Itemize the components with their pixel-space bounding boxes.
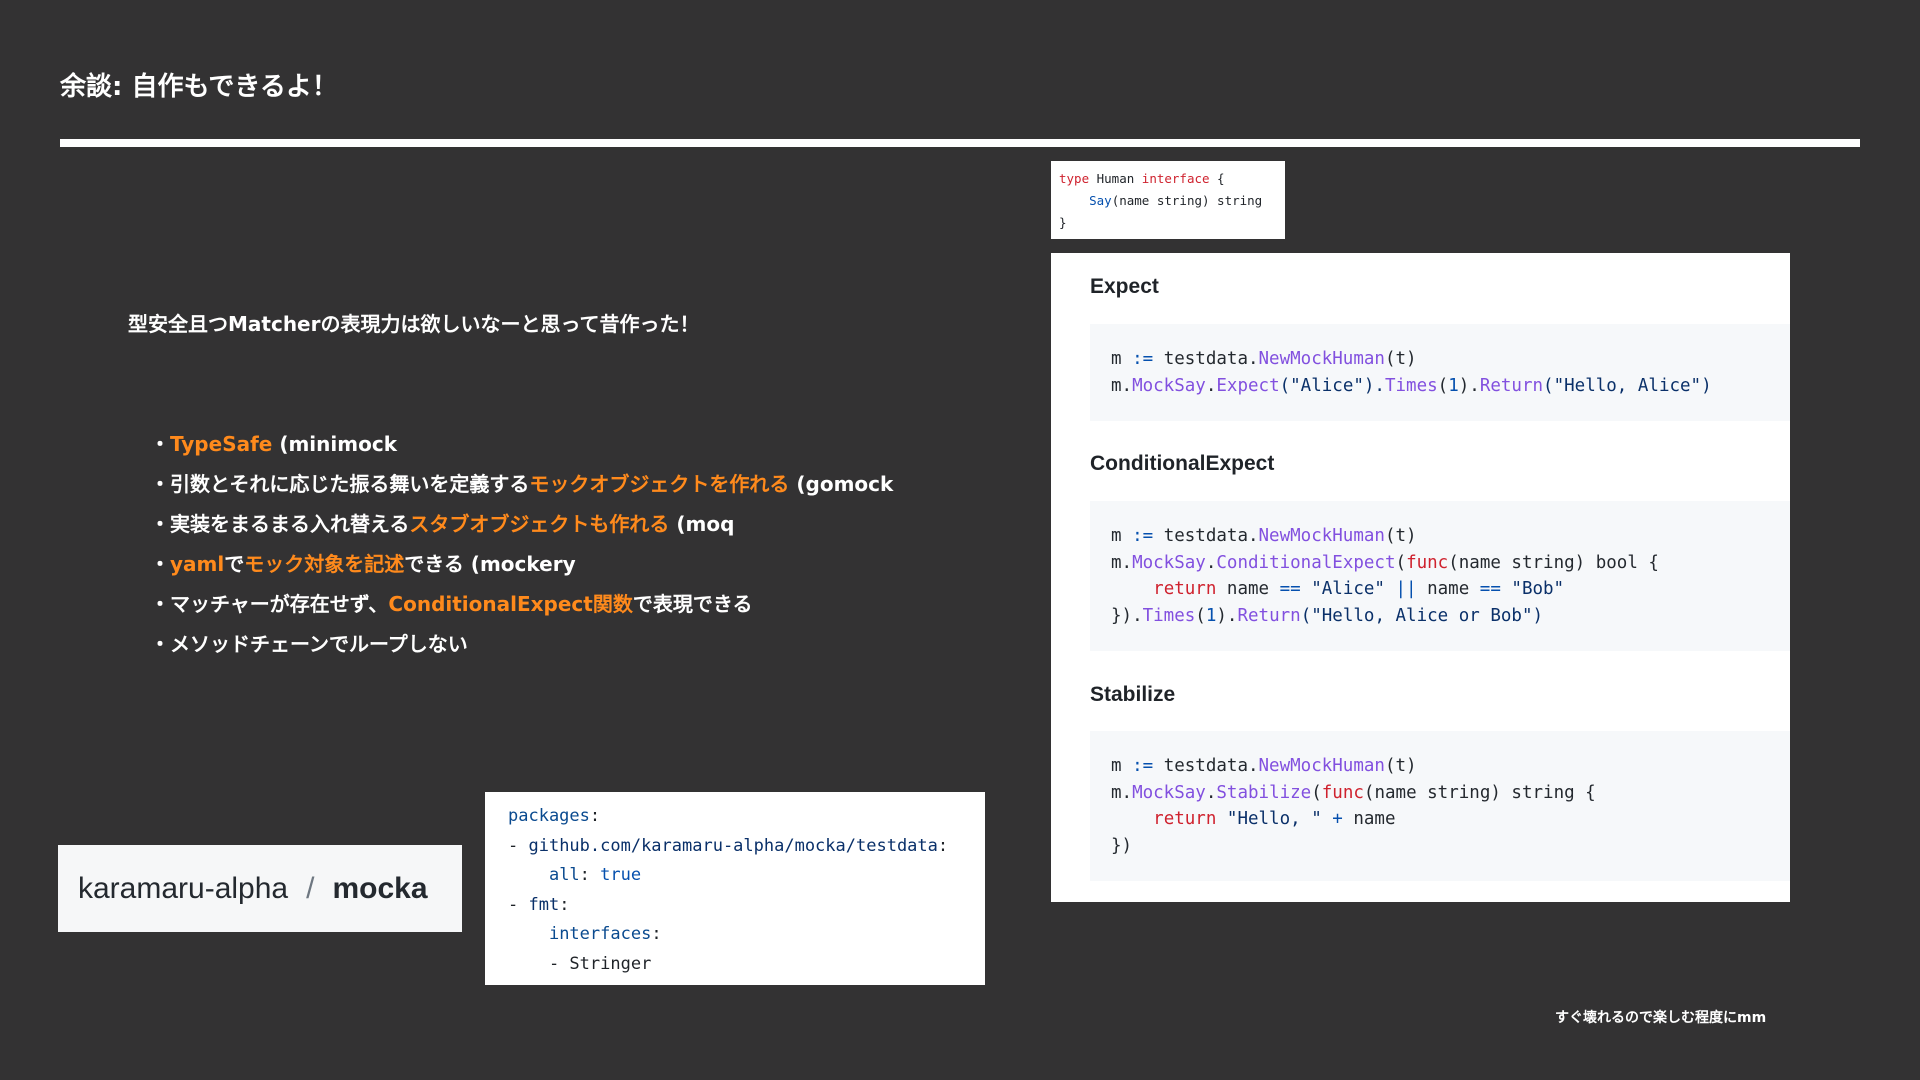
section-title-expect: Expect xyxy=(1090,275,1159,298)
slide-title: 余談: 自作もできるよ！ xyxy=(60,72,338,102)
code-block-stabilize: m := testdata.NewMockHuman(t) m.MockSay.… xyxy=(1090,731,1790,881)
code-block-expect: m := testdata.NewMockHuman(t) m.MockSay.… xyxy=(1090,324,1790,421)
repo-owner[interactable]: karamaru-alpha xyxy=(78,872,288,906)
list-item: 引数とそれに応じた振る舞いを定義するモックオブジェクトを作れる (gomock xyxy=(150,464,893,504)
list-item: TypeSafe (minimock xyxy=(150,424,893,464)
footnote: すぐ壊れるので楽しむ程度にmm xyxy=(1555,1010,1767,1026)
yaml-config-snippet: packages: - github.com/karamaru-alpha/mo… xyxy=(485,792,985,985)
usage-examples-panel: Expect m := testdata.NewMockHuman(t) m.M… xyxy=(1051,253,1790,902)
list-item: マッチャーが存在せず、ConditionalExpect関数で表現できる xyxy=(150,584,893,624)
list-item: 実装をまるまる入れ替えるスタブオブジェクトも作れる (moq xyxy=(150,504,893,544)
interface-code-snippet: type Human interface { Say(name string) … xyxy=(1051,161,1285,239)
lead-text: 型安全且つMatcherの表現力は欲しいなーと思って昔作った！ xyxy=(128,312,700,336)
code-block-conditional-expect: m := testdata.NewMockHuman(t) m.MockSay.… xyxy=(1090,501,1790,651)
list-item: yamlでモック対象を記述できる (mockery xyxy=(150,544,893,584)
section-title-conditional-expect: ConditionalExpect xyxy=(1090,452,1275,475)
section-title-stabilize: Stabilize xyxy=(1090,683,1176,706)
repo-name[interactable]: mocka xyxy=(332,872,427,906)
breadcrumb-separator: / xyxy=(306,871,315,905)
title-divider xyxy=(60,139,1860,147)
list-item: メソッドチェーンでループしない xyxy=(150,624,893,664)
feature-list: TypeSafe (minimock 引数とそれに応じた振る舞いを定義するモック… xyxy=(150,424,893,664)
repo-breadcrumb: karamaru-alpha / mocka xyxy=(58,845,462,932)
